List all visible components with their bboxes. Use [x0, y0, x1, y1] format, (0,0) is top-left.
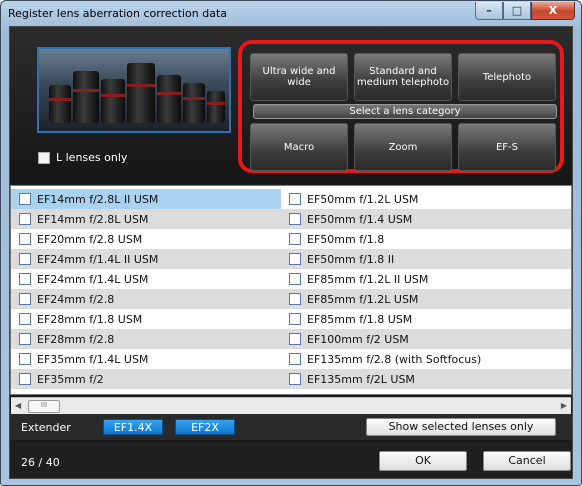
lens-item[interactable]: EF20mm f/2.8 USM [11, 229, 281, 249]
table-row: EF24mm f/2.8 EF85mm f/1.2L USM [11, 289, 571, 309]
checkbox-icon[interactable] [289, 233, 301, 245]
scroll-thumb[interactable]: III [28, 400, 60, 413]
dialog-window: Register lens aberration correction data… [0, 0, 582, 486]
lens-item[interactable]: EF50mm f/1.8 II [281, 249, 571, 269]
lens-item[interactable]: EF85mm f/1.2L II USM [281, 269, 571, 289]
lens-item[interactable]: EF100mm f/2 USM [281, 329, 571, 349]
category-selector-highlight: Ultra wide and wide Standard and medium … [238, 40, 564, 173]
window-title: Register lens aberration correction data [8, 7, 228, 20]
checkbox-icon[interactable] [19, 353, 31, 365]
table-row: EF28mm f/1.8 USM EF85mm f/1.8 USM [11, 309, 571, 329]
close-button[interactable]: X [531, 2, 575, 20]
cancel-button[interactable]: Cancel [483, 451, 571, 471]
select-category-label: Select a lens category [253, 104, 557, 119]
table-row: EF24mm f/1.4L USM EF85mm f/1.2L II USM [11, 269, 571, 289]
lens-item[interactable]: EF24mm f/1.4L II USM [11, 249, 281, 269]
show-selected-button[interactable]: Show selected lenses only [366, 418, 556, 436]
checkbox-icon[interactable] [19, 273, 31, 285]
checkbox-icon[interactable] [289, 353, 301, 365]
lens-category-panel: L lenses only Ultra wide and wide Standa… [10, 27, 572, 183]
minimize-button[interactable]: – [475, 2, 503, 20]
lens-count: 26 / 40 [21, 456, 60, 469]
checkbox-icon[interactable] [19, 313, 31, 325]
category-ultra-wide-button[interactable]: Ultra wide and wide [250, 53, 348, 101]
lens-item[interactable]: EF85mm f/1.8 USM [281, 309, 571, 329]
checkbox-icon [38, 151, 50, 164]
checkbox-icon[interactable] [19, 293, 31, 305]
horizontal-scrollbar[interactable]: ◀ III ▶ [11, 397, 571, 414]
ef2x-button[interactable]: EF2X [175, 419, 235, 435]
ok-button[interactable]: OK [379, 451, 467, 471]
table-row: EF14mm f/2.8L II USM EF50mm f/1.2L USM [11, 189, 571, 209]
checkbox-icon[interactable] [289, 333, 301, 345]
lens-item[interactable]: EF50mm f/1.8 [281, 229, 571, 249]
category-efs-button[interactable]: EF-S [458, 123, 556, 171]
lens-item[interactable]: EF35mm f/2 [11, 369, 281, 389]
lens-item[interactable]: EF28mm f/1.8 USM [11, 309, 281, 329]
lens-item[interactable]: EF135mm f/2L USM [281, 369, 571, 389]
lens-item[interactable]: EF14mm f/2.8L II USM [11, 189, 281, 209]
checkbox-icon[interactable] [289, 273, 301, 285]
table-row: EF35mm f/2 EF135mm f/2L USM [11, 369, 571, 389]
table-row: EF20mm f/2.8 USM EF50mm f/1.8 [11, 229, 571, 249]
lens-item[interactable]: EF50mm f/1.2L USM [281, 189, 571, 209]
checkbox-icon[interactable] [289, 373, 301, 385]
l-lenses-only-checkbox[interactable]: L lenses only [38, 151, 127, 164]
checkbox-icon[interactable] [19, 253, 31, 265]
checkbox-icon[interactable] [289, 313, 301, 325]
checkbox-icon[interactable] [19, 193, 31, 205]
lens-item[interactable]: EF35mm f/1.4L USM [11, 349, 281, 369]
lens-item[interactable]: EF28mm f/2.8 [11, 329, 281, 349]
checkbox-icon[interactable] [19, 233, 31, 245]
lens-item[interactable]: EF50mm f/1.4 USM [281, 209, 571, 229]
category-standard-button[interactable]: Standard and medium telephoto [354, 53, 452, 101]
table-row: EF28mm f/2.8 EF100mm f/2 USM [11, 329, 571, 349]
extender-label: Extender [21, 421, 71, 434]
checkbox-icon[interactable] [289, 213, 301, 225]
lens-item[interactable]: EF24mm f/1.4L USM [11, 269, 281, 289]
lens-list: EF14mm f/2.8L II USM EF50mm f/1.2L USM E… [10, 185, 572, 395]
maximize-button[interactable]: □ [503, 2, 531, 20]
scroll-left-icon[interactable]: ◀ [15, 401, 21, 410]
window-controls: – □ X [475, 2, 575, 20]
extender-bar: Extender EF1.4X EF2X Show selected lense… [10, 414, 572, 440]
checkbox-icon[interactable] [19, 373, 31, 385]
dialog-body: L lenses only Ultra wide and wide Standa… [9, 26, 573, 479]
scroll-right-icon[interactable]: ▶ [561, 401, 567, 410]
ef14x-button[interactable]: EF1.4X [103, 419, 163, 435]
checkbox-icon[interactable] [289, 293, 301, 305]
lens-item[interactable]: EF24mm f/2.8 [11, 289, 281, 309]
checkbox-icon[interactable] [289, 193, 301, 205]
l-lenses-only-label: L lenses only [56, 151, 128, 164]
category-zoom-button[interactable]: Zoom [354, 123, 452, 171]
checkbox-icon[interactable] [19, 213, 31, 225]
lens-item[interactable]: EF14mm f/2.8L USM [11, 209, 281, 229]
category-telephoto-button[interactable]: Telephoto [458, 53, 556, 101]
lens-item[interactable]: EF135mm f/2.8 (with Softfocus) [281, 349, 571, 369]
title-bar[interactable]: Register lens aberration correction data… [1, 1, 581, 25]
category-macro-button[interactable]: Macro [250, 123, 348, 171]
checkbox-icon[interactable] [289, 253, 301, 265]
lens-item[interactable]: EF85mm f/1.2L USM [281, 289, 571, 309]
checkbox-icon[interactable] [19, 333, 31, 345]
table-row: EF35mm f/1.4L USM EF135mm f/2.8 (with So… [11, 349, 571, 369]
table-row: EF14mm f/2.8L USM EF50mm f/1.4 USM [11, 209, 571, 229]
footer: 26 / 40 OK Cancel [10, 441, 572, 478]
table-row: EF24mm f/1.4L II USM EF50mm f/1.8 II [11, 249, 571, 269]
lens-collection-image [37, 47, 231, 133]
